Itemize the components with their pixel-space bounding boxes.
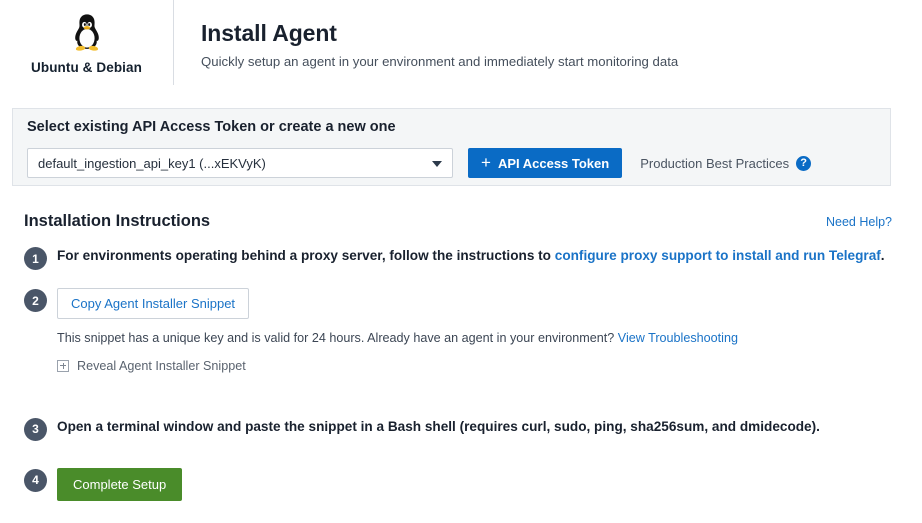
step-1-text: For environments operating behind a prox…: [57, 246, 894, 266]
instruction-steps: 1 For environments operating behind a pr…: [24, 246, 894, 501]
reveal-agent-installer-snippet-label: Reveal Agent Installer Snippet: [77, 359, 246, 373]
tux-penguin-icon: [68, 12, 106, 54]
instructions-header: Installation Instructions Need Help?: [24, 212, 892, 231]
instruction-step-4: 4 Complete Setup: [24, 468, 894, 501]
step-number-badge: 4: [24, 469, 47, 492]
step-4-body: Complete Setup: [57, 468, 894, 501]
step-3-body: Open a terminal window and paste the sni…: [57, 417, 894, 437]
configure-proxy-support-link[interactable]: configure proxy support to install and r…: [555, 248, 881, 263]
view-troubleshooting-link[interactable]: View Troubleshooting: [618, 331, 738, 345]
complete-setup-button[interactable]: Complete Setup: [57, 468, 182, 501]
header-text-block: Install Agent Quickly setup an agent in …: [174, 0, 678, 70]
create-api-access-token-button[interactable]: + API Access Token: [468, 148, 622, 178]
instruction-step-3: 3 Open a terminal window and paste the s…: [24, 417, 894, 441]
api-token-select-value: default_ingestion_api_key1 (...xEKVyK): [38, 156, 266, 171]
need-help-link[interactable]: Need Help?: [826, 215, 892, 229]
production-best-practices-link[interactable]: Production Best Practices ?: [640, 156, 811, 171]
instruction-step-1: 1 For environments operating behind a pr…: [24, 246, 894, 270]
platform-label: Ubuntu & Debian: [31, 60, 142, 75]
step-3-text: Open a terminal window and paste the sni…: [57, 417, 894, 437]
step-1-body: For environments operating behind a prox…: [57, 246, 894, 266]
instruction-step-2: 2 Copy Agent Installer Snippet This snip…: [24, 288, 894, 373]
step-number-badge: 3: [24, 418, 47, 441]
step-1-text-before: For environments operating behind a prox…: [57, 248, 555, 263]
install-agent-page: Ubuntu & Debian Install Agent Quickly se…: [0, 0, 922, 523]
reveal-agent-installer-snippet-toggle[interactable]: Reveal Agent Installer Snippet: [57, 359, 894, 373]
step-1-text-after: .: [881, 248, 885, 263]
create-api-access-token-label: API Access Token: [498, 156, 609, 171]
page-subtitle: Quickly setup an agent in your environme…: [201, 54, 678, 70]
page-title: Install Agent: [201, 20, 678, 46]
step-2-note: This snippet has a unique key and is val…: [57, 330, 894, 348]
step-number-badge: 2: [24, 289, 47, 312]
page-header: Ubuntu & Debian Install Agent Quickly se…: [0, 0, 922, 86]
api-token-row: default_ingestion_api_key1 (...xEKVyK) +…: [27, 148, 811, 178]
step-2-note-text: This snippet has a unique key and is val…: [57, 331, 618, 345]
platform-block: Ubuntu & Debian: [0, 0, 173, 75]
expand-plus-icon: [57, 360, 69, 372]
api-token-select[interactable]: default_ingestion_api_key1 (...xEKVyK): [27, 148, 453, 178]
help-question-icon[interactable]: ?: [796, 156, 811, 171]
api-token-panel: Select existing API Access Token or crea…: [12, 108, 891, 186]
step-2-body: Copy Agent Installer Snippet This snippe…: [57, 288, 894, 373]
production-best-practices-label: Production Best Practices: [640, 156, 789, 171]
chevron-down-icon: [432, 161, 442, 167]
instructions-title: Installation Instructions: [24, 212, 210, 231]
copy-agent-installer-snippet-button[interactable]: Copy Agent Installer Snippet: [57, 288, 249, 319]
api-token-panel-title: Select existing API Access Token or crea…: [27, 119, 396, 135]
step-number-badge: 1: [24, 247, 47, 270]
plus-icon: +: [481, 154, 491, 171]
